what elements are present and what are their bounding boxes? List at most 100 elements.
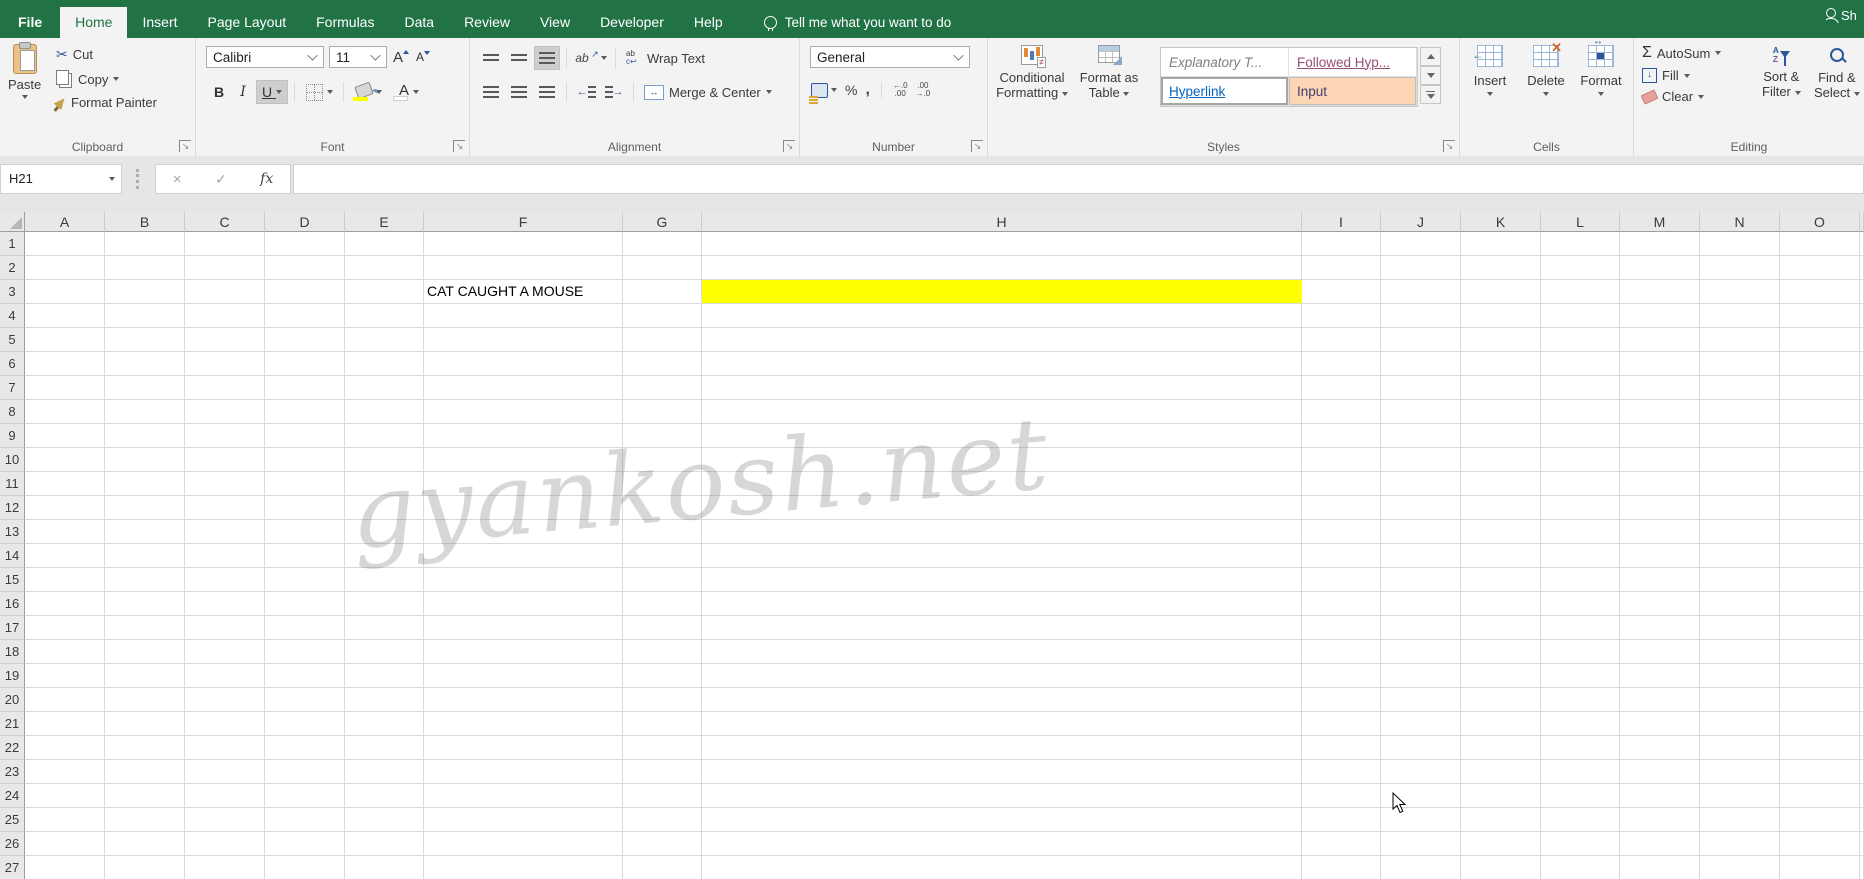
alignment-dialog-launcher[interactable] xyxy=(783,140,795,152)
select-all-corner[interactable] xyxy=(0,212,25,232)
cell-I6[interactable] xyxy=(1302,352,1381,376)
cell-D6[interactable] xyxy=(265,352,345,376)
cell-J13[interactable] xyxy=(1381,520,1461,544)
cell-C17[interactable] xyxy=(185,616,265,640)
cell-L1[interactable] xyxy=(1541,232,1620,256)
row-header-13[interactable]: 13 xyxy=(0,520,25,544)
tab-home[interactable]: Home xyxy=(60,7,128,38)
cell-B23[interactable] xyxy=(105,760,185,784)
cell-F15[interactable] xyxy=(424,568,623,592)
cell-B18[interactable] xyxy=(105,640,185,664)
font-color-caret[interactable] xyxy=(413,90,419,94)
cell-C27[interactable] xyxy=(185,856,265,879)
cell-A11[interactable] xyxy=(25,472,105,496)
cell-E4[interactable] xyxy=(345,304,424,328)
underline-caret[interactable] xyxy=(276,90,282,94)
cell-E16[interactable] xyxy=(345,592,424,616)
cell-A27[interactable] xyxy=(25,856,105,879)
cell-F9[interactable] xyxy=(424,424,623,448)
column-header-K[interactable]: K xyxy=(1461,212,1541,232)
insert-caret[interactable] xyxy=(1487,92,1493,96)
styles-dialog-launcher[interactable] xyxy=(1443,140,1455,152)
format-painter-button[interactable]: Format Painter xyxy=(53,95,157,110)
cell-N6[interactable] xyxy=(1700,352,1780,376)
decrease-decimal-button[interactable]: .00 →.0 xyxy=(915,81,932,99)
cell-H22[interactable] xyxy=(702,736,1302,760)
cell-G15[interactable] xyxy=(623,568,702,592)
cell-J12[interactable] xyxy=(1381,496,1461,520)
cell-J27[interactable] xyxy=(1381,856,1461,879)
cell-K13[interactable] xyxy=(1461,520,1541,544)
cell-B7[interactable] xyxy=(105,376,185,400)
cell-N4[interactable] xyxy=(1700,304,1780,328)
cell-B17[interactable] xyxy=(105,616,185,640)
cell-M25[interactable] xyxy=(1620,808,1700,832)
cell-J15[interactable] xyxy=(1381,568,1461,592)
cell-H9[interactable] xyxy=(702,424,1302,448)
cell-L18[interactable] xyxy=(1541,640,1620,664)
cell-C21[interactable] xyxy=(185,712,265,736)
cell-K24[interactable] xyxy=(1461,784,1541,808)
font-size-combo[interactable]: 11 xyxy=(329,46,387,68)
cell-D27[interactable] xyxy=(265,856,345,879)
cell-L26[interactable] xyxy=(1541,832,1620,856)
find-select-button[interactable]: Find & Select xyxy=(1814,46,1860,100)
cell-K6[interactable] xyxy=(1461,352,1541,376)
cell-O1[interactable] xyxy=(1780,232,1860,256)
cell-O26[interactable] xyxy=(1780,832,1860,856)
tab-review[interactable]: Review xyxy=(449,7,525,38)
comma-style-button[interactable]: , xyxy=(864,80,870,100)
cell-J23[interactable] xyxy=(1381,760,1461,784)
share-button[interactable]: Sh xyxy=(1826,8,1864,23)
cell-D9[interactable] xyxy=(265,424,345,448)
cell-F24[interactable] xyxy=(424,784,623,808)
cell-K2[interactable] xyxy=(1461,256,1541,280)
decrease-indent-button[interactable]: ← xyxy=(573,80,599,104)
row-header-26[interactable]: 26 xyxy=(0,832,25,856)
cell-L25[interactable] xyxy=(1541,808,1620,832)
align-right-button[interactable] xyxy=(534,80,560,104)
cell-E2[interactable] xyxy=(345,256,424,280)
cell-B6[interactable] xyxy=(105,352,185,376)
cell-B5[interactable] xyxy=(105,328,185,352)
fill-button[interactable]: ↓ Fill xyxy=(1642,68,1721,83)
cell-N25[interactable] xyxy=(1700,808,1780,832)
column-header-G[interactable]: G xyxy=(623,212,702,232)
cell-J1[interactable] xyxy=(1381,232,1461,256)
align-middle-button[interactable] xyxy=(506,46,532,70)
cell-J11[interactable] xyxy=(1381,472,1461,496)
cell-G6[interactable] xyxy=(623,352,702,376)
cell-O20[interactable] xyxy=(1780,688,1860,712)
cell-H15[interactable] xyxy=(702,568,1302,592)
cell-C8[interactable] xyxy=(185,400,265,424)
cell-G13[interactable] xyxy=(623,520,702,544)
cell-D19[interactable] xyxy=(265,664,345,688)
cell-E19[interactable] xyxy=(345,664,424,688)
cell-L21[interactable] xyxy=(1541,712,1620,736)
row-header-16[interactable]: 16 xyxy=(0,592,25,616)
cell-D22[interactable] xyxy=(265,736,345,760)
tab-help[interactable]: Help xyxy=(679,7,738,38)
cell-I5[interactable] xyxy=(1302,328,1381,352)
row-header-10[interactable]: 10 xyxy=(0,448,25,472)
clear-button[interactable]: Clear xyxy=(1640,88,1721,105)
cell-M18[interactable] xyxy=(1620,640,1700,664)
cell-H12[interactable] xyxy=(702,496,1302,520)
cell-M12[interactable] xyxy=(1620,496,1700,520)
cell-K5[interactable] xyxy=(1461,328,1541,352)
conditional-formatting-button[interactable]: ≠ Conditional Formatting xyxy=(994,38,1070,100)
cell-E10[interactable] xyxy=(345,448,424,472)
cell-N9[interactable] xyxy=(1700,424,1780,448)
row-header-1[interactable]: 1 xyxy=(0,232,25,256)
cell-A6[interactable] xyxy=(25,352,105,376)
cell-M15[interactable] xyxy=(1620,568,1700,592)
column-header-L[interactable]: L xyxy=(1541,212,1620,232)
underline-button[interactable]: U xyxy=(256,80,288,104)
cell-D23[interactable] xyxy=(265,760,345,784)
style-input[interactable]: Input xyxy=(1289,77,1417,106)
cell-C3[interactable] xyxy=(185,280,265,304)
cell-B8[interactable] xyxy=(105,400,185,424)
cell-M27[interactable] xyxy=(1620,856,1700,879)
cell-E11[interactable] xyxy=(345,472,424,496)
tab-insert[interactable]: Insert xyxy=(127,7,192,38)
